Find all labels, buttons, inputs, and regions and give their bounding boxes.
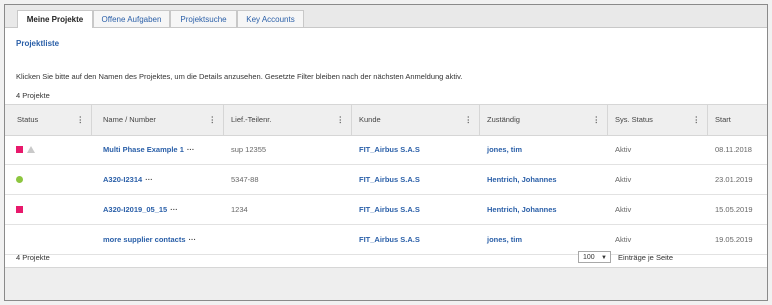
page-size-value: 100 — [583, 254, 595, 261]
status-grey-triangle-icon — [27, 146, 35, 153]
owner-link[interactable]: Hentrich, Johannes — [487, 165, 557, 194]
column-menu-icon[interactable]: ⋮ — [209, 105, 217, 135]
part-number: 5347-88 — [231, 175, 259, 184]
column-menu-icon[interactable]: ⋮ — [593, 105, 601, 135]
column-header-status[interactable]: Status ⋮ — [11, 105, 91, 135]
tab-key-accounts[interactable]: Key Accounts — [237, 10, 304, 27]
start-date: 23.01.2019 — [715, 175, 753, 184]
column-header-part[interactable]: Lief.-Teilenr. ⋮ — [225, 105, 351, 135]
column-menu-icon[interactable]: ⋮ — [337, 105, 345, 135]
column-divider — [223, 105, 224, 135]
column-label: Status — [17, 115, 39, 124]
customer-link[interactable]: FIT_Airbus S.A.S — [359, 165, 420, 194]
chevron-down-icon: ▼ — [601, 255, 607, 261]
footer-project-count: 4 Projekte — [16, 253, 50, 262]
project-name-link[interactable]: A320-I2314 ··· — [103, 165, 153, 194]
status-pink-square-icon — [16, 146, 23, 153]
tab-projektsuche[interactable]: Projektsuche — [170, 10, 237, 27]
start-date: 08.11.2018 — [715, 145, 752, 154]
table-row: A320-I2314 ··· 5347-88 FIT_Airbus S.A.S H… — [5, 165, 767, 195]
page-subtitle-link[interactable]: Projektliste — [16, 39, 59, 48]
start-date: 15.05.2019 — [715, 205, 753, 214]
project-name: A320-I2314 — [103, 175, 143, 184]
more-options-icon[interactable]: ··· — [189, 235, 197, 244]
project-name-link[interactable]: A320-I2019_05_15 ··· — [103, 195, 178, 224]
table-row: A320-I2019_05_15 ··· 1234 FIT_Airbus S.A.… — [5, 195, 767, 225]
column-divider — [707, 105, 708, 135]
empty-panel — [5, 268, 767, 300]
column-menu-icon[interactable]: ⋮ — [693, 105, 701, 135]
customer-link[interactable]: FIT_Airbus S.A.S — [359, 135, 420, 164]
project-name-link[interactable]: Multi Phase Example 1 ··· — [103, 135, 194, 164]
customer-link[interactable]: FIT_Airbus S.A.S — [359, 195, 420, 224]
project-name: more supplier contacts — [103, 235, 186, 244]
part-number: sup 12355 — [231, 145, 267, 154]
more-options-icon[interactable]: ··· — [187, 145, 195, 154]
sys-status: Aktiv — [615, 175, 632, 184]
status-green-dot-icon — [16, 176, 23, 183]
column-header-owner[interactable]: Zuständig ⋮ — [481, 105, 607, 135]
column-header-sys-status[interactable]: Sys. Status ⋮ — [609, 105, 707, 135]
column-menu-icon[interactable]: ⋮ — [77, 105, 85, 135]
column-divider — [91, 105, 92, 135]
column-label: Kunde — [359, 115, 381, 124]
page-size-label: Einträge je Seite — [618, 253, 674, 262]
owner-link[interactable]: jones, tim — [487, 135, 522, 164]
column-header-customer[interactable]: Kunde ⋮ — [353, 105, 479, 135]
sys-status: Aktiv — [615, 145, 632, 154]
column-header-name[interactable]: Name / Number ⋮ — [97, 105, 223, 135]
column-menu-icon[interactable]: ⋮ — [465, 105, 473, 135]
column-divider — [351, 105, 352, 135]
tab-bar: Meine Projekte Offene Aufgaben Projektsu… — [5, 5, 767, 28]
app-frame: Meine Projekte Offene Aufgaben Projektsu… — [4, 4, 768, 301]
part-number: 1234 — [231, 205, 248, 214]
more-options-icon[interactable]: ··· — [145, 175, 153, 184]
column-divider — [479, 105, 480, 135]
column-label: Lief.-Teilenr. — [231, 115, 272, 124]
project-count: 4 Projekte — [16, 91, 50, 100]
column-label: Zuständig — [487, 115, 520, 124]
table-footer: 4 Projekte 100 ▼ Einträge je Seite — [5, 249, 767, 268]
column-divider — [607, 105, 608, 135]
project-name: Multi Phase Example 1 — [103, 145, 184, 154]
page-size-select[interactable]: 100 ▼ — [578, 251, 611, 263]
column-label: Sys. Status — [615, 115, 653, 124]
table-row: Multi Phase Example 1 ··· sup 12355 FIT_A… — [5, 135, 767, 165]
tab-meine-projekte[interactable]: Meine Projekte — [17, 10, 93, 28]
more-options-icon[interactable]: ··· — [170, 205, 178, 214]
column-label: Start — [715, 115, 731, 124]
column-label: Name / Number — [103, 115, 156, 124]
status-pink-square-icon — [16, 206, 23, 213]
tab-offene-aufgaben[interactable]: Offene Aufgaben — [93, 10, 170, 27]
project-name: A320-I2019_05_15 — [103, 205, 168, 214]
info-text: Klicken Sie bitte auf den Namen des Proj… — [16, 72, 463, 81]
table-header: Status ⋮ Name / Number ⋮ Lief.-Teilenr. … — [5, 104, 767, 136]
owner-link[interactable]: Hentrich, Johannes — [487, 195, 557, 224]
sys-status: Aktiv — [615, 205, 632, 214]
column-header-start[interactable]: Start — [709, 105, 767, 135]
